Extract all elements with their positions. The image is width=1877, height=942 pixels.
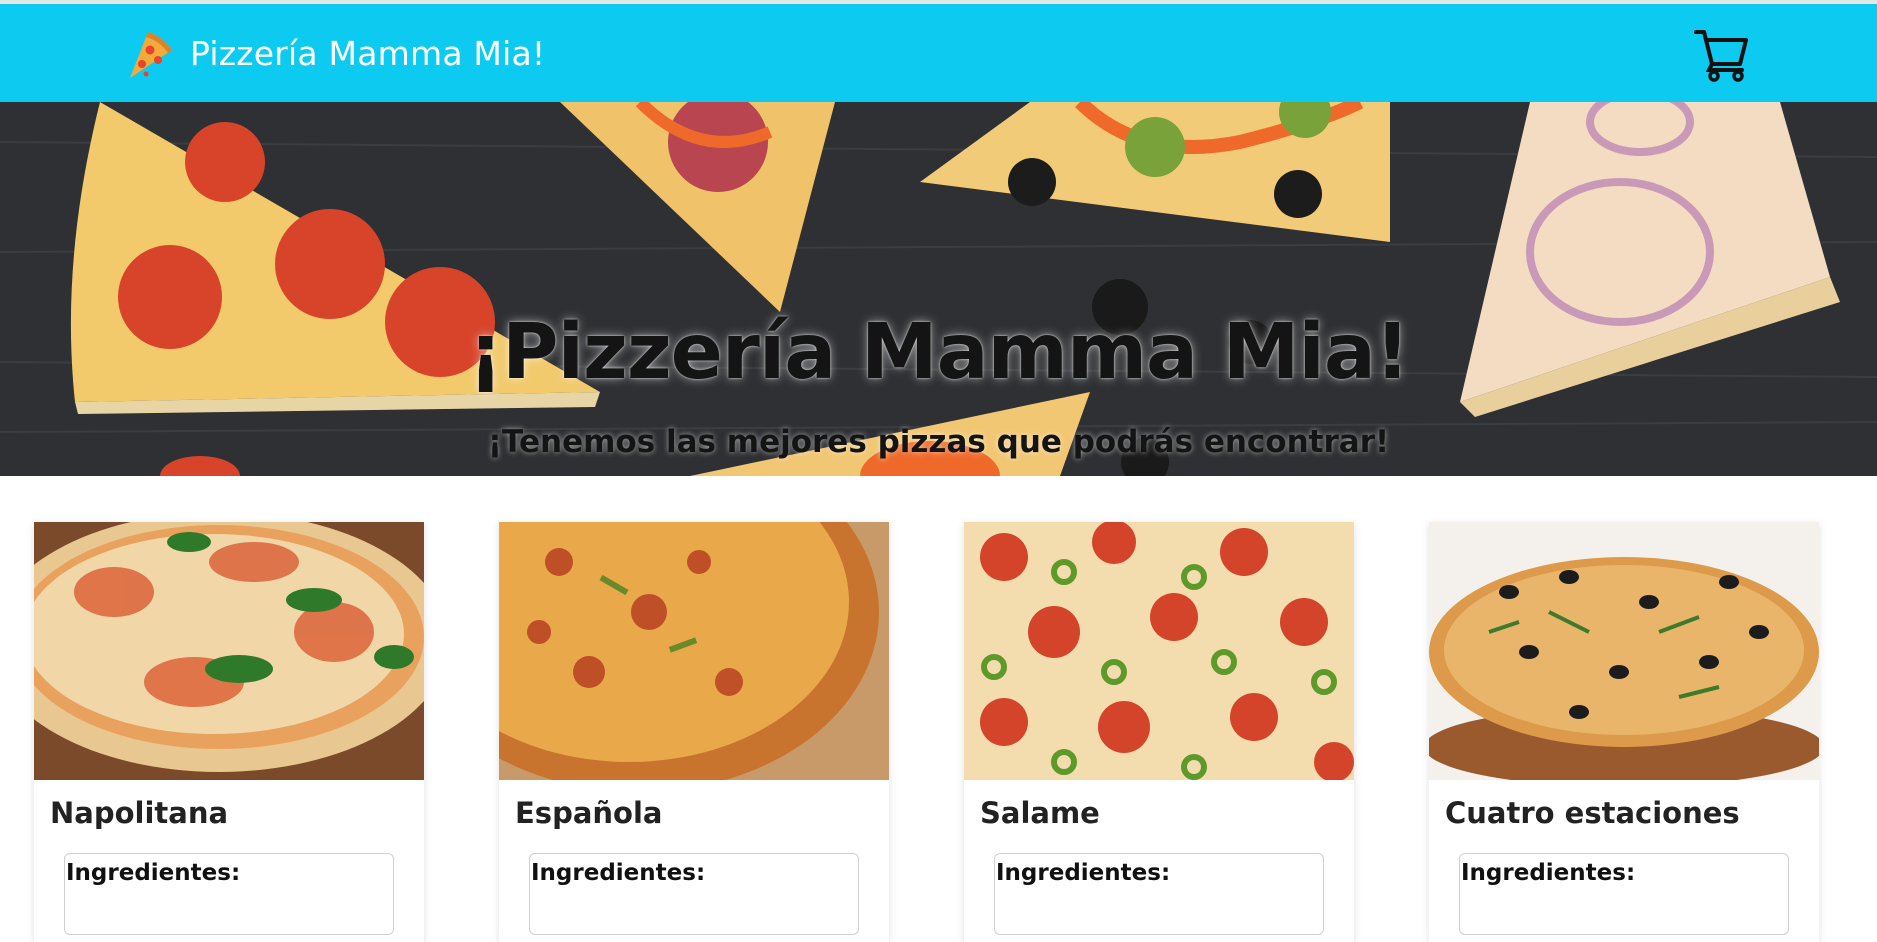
navbar: Pizzería Mamma Mia! [0,4,1877,102]
pizza-card: Cuatro estaciones Ingredientes: [1429,522,1819,942]
ingredients-label: Ingredientes: [996,860,1171,886]
pizza-image [964,522,1354,780]
ingredients-box: Ingredientes: [994,853,1324,935]
ingredients-label: Ingredientes: [531,860,706,886]
pizza-card: Salame Ingredientes: [964,522,1354,942]
pizza-name: Napolitana [50,796,229,830]
brand-link[interactable]: Pizzería Mamma Mia! [124,26,545,80]
ingredients-box: Ingredientes: [529,853,859,935]
hero-title: ¡Pizzería Mamma Mia! [468,308,1410,397]
ingredients-box: Ingredientes: [64,853,394,935]
pizza-card: Napolitana Ingredientes: [34,522,424,942]
pizza-name: Salame [980,796,1100,830]
hero-banner: ¡Pizzería Mamma Mia! ¡Tenemos las mejore… [0,102,1877,476]
ingredients-box: Ingredientes: [1459,853,1789,935]
ingredients-label: Ingredientes: [66,860,241,886]
hero-subtitle: ¡Tenemos las mejores pizzas que podrás e… [487,424,1390,460]
pizza-image [499,522,889,780]
pizza-card: Española Ingredientes: [499,522,889,942]
shopping-cart-icon[interactable] [1692,24,1750,82]
pizza-image [1429,522,1819,780]
pizza-name: Cuatro estaciones [1445,796,1740,830]
pizza-name: Española [515,796,663,830]
ingredients-label: Ingredientes: [1461,860,1636,886]
pizza-slice-icon [130,32,172,78]
hero-background-image [0,102,1877,476]
pizza-image [34,522,424,780]
brand-title: Pizzería Mamma Mia! [190,33,546,73]
